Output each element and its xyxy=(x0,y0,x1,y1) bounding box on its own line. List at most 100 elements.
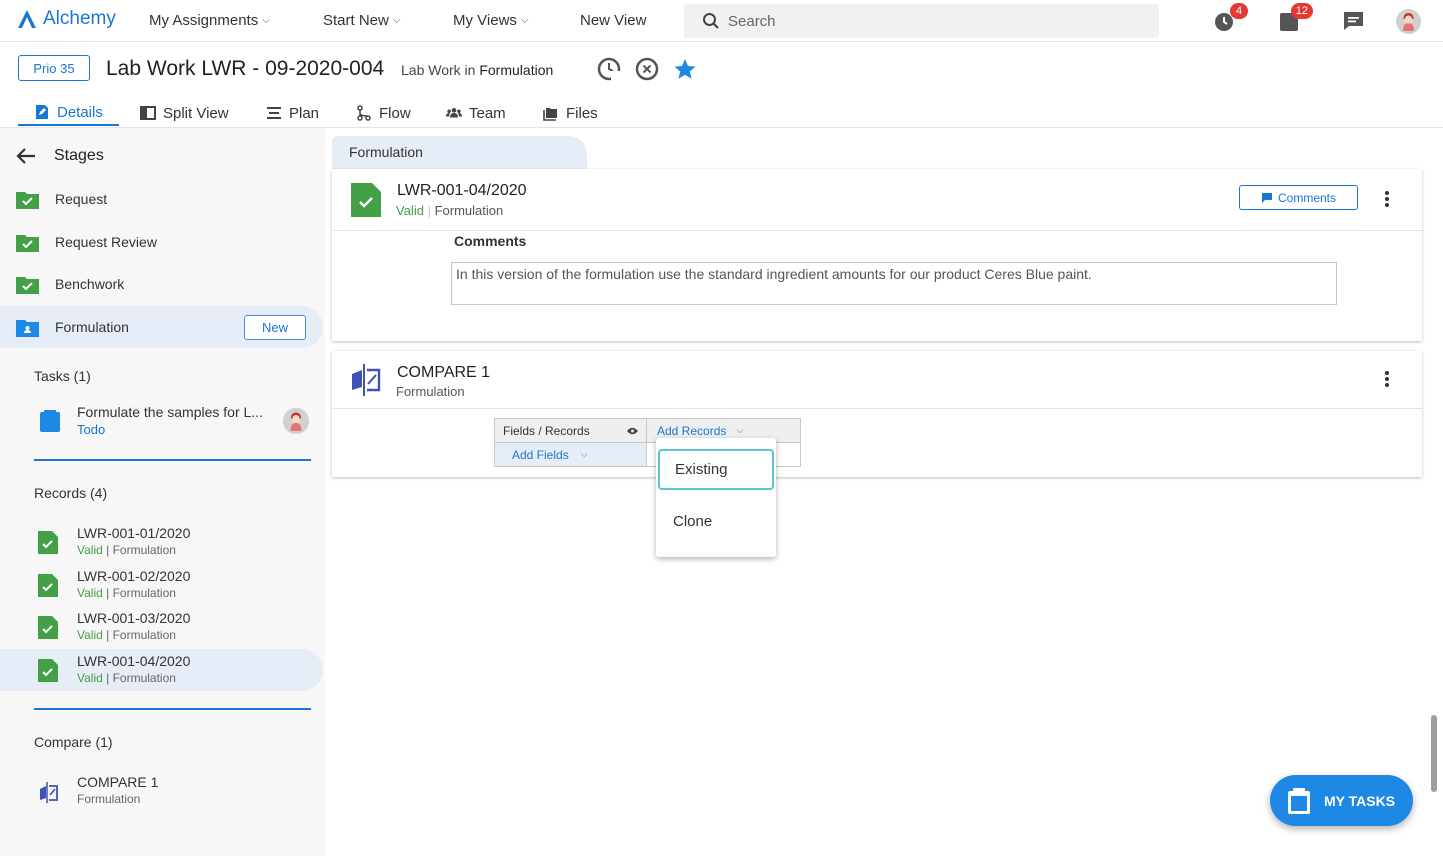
notifications-button[interactable]: 4 xyxy=(1212,3,1248,33)
app-name: Alchemy xyxy=(43,8,116,29)
split-view-icon xyxy=(140,106,156,120)
add-records-menu: Existing Clone xyxy=(656,438,776,557)
menu-item-clone[interactable]: Clone xyxy=(658,501,774,542)
user-avatar[interactable] xyxy=(1396,9,1421,34)
notifications-badge: 4 xyxy=(1230,3,1248,19)
scrollbar[interactable] xyxy=(1431,715,1437,792)
task-status: Todo xyxy=(77,422,106,437)
tasks-section-title: Tasks (1) xyxy=(34,368,91,384)
search-bar[interactable]: Search xyxy=(684,4,1159,38)
comments-button-label: Comments xyxy=(1277,190,1336,205)
compare-icon xyxy=(352,364,381,396)
menu-item-existing[interactable]: Existing xyxy=(658,449,774,490)
record-title: LWR-001-04/2020 xyxy=(397,182,527,199)
avatar-icon xyxy=(283,408,309,434)
files-icon xyxy=(543,108,557,121)
comments-button[interactable]: Comments xyxy=(1239,185,1358,210)
history-button[interactable] xyxy=(597,57,621,81)
record-meta: Valid | Formulation xyxy=(77,671,176,685)
team-icon xyxy=(446,108,462,118)
tab-files[interactable]: Files xyxy=(543,100,598,126)
compare-section-title: Compare (1) xyxy=(34,734,113,750)
folder-check-icon xyxy=(16,191,39,209)
details-icon xyxy=(36,105,48,119)
record-stage: | Formulation xyxy=(106,628,176,642)
chevron-down-icon: ⌵ xyxy=(520,15,529,26)
messages-button[interactable] xyxy=(1342,9,1368,33)
cancel-clock-icon xyxy=(635,57,659,81)
record-stage: | Formulation xyxy=(106,586,176,600)
tab-plan[interactable]: Plan xyxy=(266,100,319,126)
more-options-icon[interactable] xyxy=(1384,370,1390,388)
tab-split-view[interactable]: Split View xyxy=(140,100,229,126)
record-id: LWR-001-04/2020 xyxy=(77,653,191,669)
search-icon xyxy=(703,13,719,29)
chevron-down-icon: ⌵ xyxy=(392,15,401,26)
nav-new-view[interactable]: New View xyxy=(580,12,646,29)
record-status: Valid xyxy=(77,586,103,600)
record-status: Valid xyxy=(77,628,103,642)
tasks-button[interactable]: 12 xyxy=(1279,3,1313,33)
record-item-active[interactable]: LWR-001-04/2020 Valid | Formulation xyxy=(0,649,323,691)
cancel-button[interactable] xyxy=(635,57,659,81)
tab-details[interactable]: Details xyxy=(18,100,119,126)
app-logo[interactable]: Alchemy xyxy=(16,8,116,30)
record-id: LWR-001-01/2020 xyxy=(77,525,191,541)
compare-icon xyxy=(40,782,58,803)
record-item[interactable]: LWR-001-01/2020 Valid | Formulation xyxy=(0,521,323,563)
eye-icon[interactable] xyxy=(627,427,638,435)
plan-icon xyxy=(267,107,281,119)
record-status: Valid xyxy=(77,671,103,685)
compare-item[interactable]: COMPARE 1 Formulation xyxy=(0,770,323,812)
records-section-title: Records (4) xyxy=(34,485,108,501)
nav-label: My Assignments xyxy=(149,12,259,29)
comment-icon xyxy=(1261,192,1272,203)
folder-check-icon xyxy=(16,276,39,294)
folder-user-icon xyxy=(16,319,39,337)
record-meta: Valid | Formulation xyxy=(77,586,176,600)
page-subtitle: Lab Work in Formulation xyxy=(401,62,553,78)
tab-label: Split View xyxy=(163,104,229,122)
add-fields-label: Add Fields xyxy=(512,447,569,462)
separator: | xyxy=(427,203,431,218)
record-card: LWR-001-04/2020 Valid | Formulation Comm… xyxy=(332,169,1422,341)
tab-flow[interactable]: Flow xyxy=(356,100,411,126)
stage-label: Benchwork xyxy=(55,276,125,292)
more-options-icon[interactable] xyxy=(1384,190,1390,208)
record-stage: | Formulation xyxy=(106,543,176,557)
tab-label: Files xyxy=(566,104,598,122)
chevron-down-icon: ⌵ xyxy=(736,425,744,435)
nav-label: Start New xyxy=(323,12,389,29)
record-meta: Valid | Formulation xyxy=(77,543,176,557)
nav-my-assignments[interactable]: My Assignments ⌵ xyxy=(149,12,270,29)
task-clipboard-icon xyxy=(40,410,60,432)
subtitle-prefix: Lab Work in xyxy=(401,62,476,78)
compare-subtitle: Formulation xyxy=(396,384,465,399)
nav-my-views[interactable]: My Views ⌵ xyxy=(453,12,529,29)
my-tasks-button[interactable]: MY TASKS xyxy=(1270,775,1413,826)
chevron-down-icon: ⌵ xyxy=(580,449,588,459)
favorite-button[interactable] xyxy=(673,57,697,81)
document-check-icon xyxy=(351,183,381,217)
record-item[interactable]: LWR-001-03/2020 Valid | Formulation xyxy=(0,606,323,648)
add-fields-dropdown[interactable]: Add Fields ⌵ xyxy=(494,442,647,467)
page-title: Lab Work LWR - 09-2020-004 xyxy=(106,57,385,80)
tab-label: Team xyxy=(469,104,506,122)
stage-item-benchwork[interactable]: Benchwork xyxy=(0,263,323,305)
record-stage: | Formulation xyxy=(106,671,176,685)
stages-title: Stages xyxy=(54,147,104,164)
back-arrow-icon[interactable] xyxy=(16,147,36,165)
new-button[interactable]: New xyxy=(244,315,306,340)
stage-item-request-review[interactable]: Request Review xyxy=(0,221,323,263)
nav-start-new[interactable]: Start New ⌵ xyxy=(323,12,400,29)
record-item[interactable]: LWR-001-02/2020 Valid | Formulation xyxy=(0,564,323,606)
tab-team[interactable]: Team xyxy=(446,100,506,126)
stage-label: Request xyxy=(55,191,108,207)
flow-icon xyxy=(357,105,371,121)
stage-label: Formulation xyxy=(55,319,129,335)
stage-item-formulation[interactable]: Formulation New xyxy=(0,306,323,348)
comments-textarea[interactable]: In this version of the formulation use t… xyxy=(451,262,1337,305)
stage-label: Request Review xyxy=(55,234,157,250)
stage-chip: Formulation xyxy=(332,136,587,169)
stage-item-request[interactable]: Request xyxy=(0,178,323,220)
